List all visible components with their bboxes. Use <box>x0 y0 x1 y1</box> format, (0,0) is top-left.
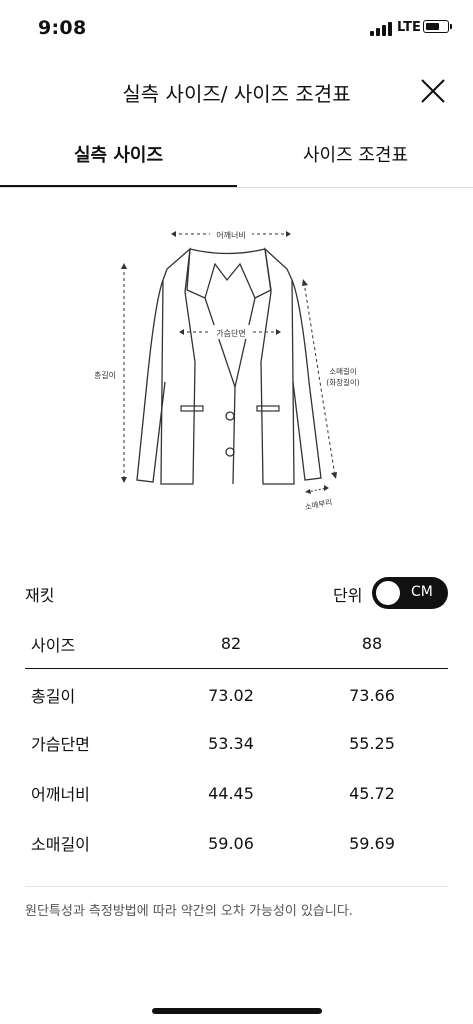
table-row: 어깨너비 44.45 45.72 <box>25 768 448 818</box>
cell-value: 55.25 <box>349 733 395 753</box>
tab-bar: 실측 사이즈 사이즈 조견표 <box>0 134 473 188</box>
shoulder-width-label: 어깨너비 <box>216 230 245 240</box>
product-name: 재킷 <box>25 586 55 605</box>
unit-toggle[interactable]: CM <box>372 577 448 609</box>
measurement-disclaimer: 원단특성과 측정방법에 따라 약간의 오차 가능성이 있습니다. <box>25 904 353 919</box>
cell-value: 44.45 <box>208 783 254 803</box>
sleeve-length-sublabel: (화장길이) <box>326 377 360 387</box>
tab-measured-size[interactable]: 실측 사이즈 <box>0 134 237 187</box>
close-button[interactable] <box>418 76 448 106</box>
row-label: 총길이 <box>31 687 76 707</box>
unit-value: CM <box>411 584 433 600</box>
row-label: 어깨너비 <box>31 785 90 804</box>
cell-value: 45.72 <box>349 783 395 803</box>
sleeve-length-label: 소매길이 <box>329 366 357 376</box>
header-size-88: 88 <box>361 634 383 654</box>
cuff-width-label: 소매부리 <box>304 497 333 512</box>
table-row: 소매길이 59.06 59.69 <box>25 818 448 868</box>
table-row: 가슴단면 53.34 55.25 <box>25 718 448 768</box>
cell-value: 53.34 <box>208 733 254 753</box>
page-title: 실측 사이즈/ 사이즈 조견표 <box>122 82 351 106</box>
chest-width-label: 가슴단면 <box>216 328 245 338</box>
status-time: 9:08 <box>38 17 87 39</box>
total-length-label: 총길이 <box>95 370 116 380</box>
header-size-82: 82 <box>220 634 242 654</box>
header-size: 사이즈 <box>31 635 76 655</box>
battery-icon <box>423 20 452 33</box>
row-label: 소매길이 <box>31 835 90 854</box>
table-header-row: 사이즈 82 88 <box>25 620 448 668</box>
cell-value: 73.66 <box>349 685 395 705</box>
close-icon <box>421 79 445 103</box>
cellular-signal-icon <box>370 22 392 36</box>
cell-value: 59.06 <box>208 833 254 853</box>
table-row: 총길이 73.02 73.66 <box>25 668 448 718</box>
row-label: 가슴단면 <box>31 735 90 754</box>
modal-header: 실측 사이즈/ 사이즈 조견표 <box>0 68 473 114</box>
cell-value: 73.02 <box>208 685 254 705</box>
tab-size-chart[interactable]: 사이즈 조견표 <box>237 134 473 186</box>
status-bar: 9:08 LTE <box>0 0 473 56</box>
jacket-measurement-diagram: 어깨너비 가슴단면 총길이 소매길이 (화장길이) 소매부리 <box>94 222 385 522</box>
toggle-knob <box>376 581 400 605</box>
carrier-label: LTE <box>397 20 421 35</box>
size-table: 사이즈 82 88 총길이 73.02 73.66 가슴단면 53.34 55.… <box>25 620 448 868</box>
unit-label: 단위 <box>333 586 363 605</box>
divider <box>25 886 448 887</box>
cell-value: 59.69 <box>349 833 395 853</box>
home-indicator[interactable] <box>152 1008 322 1014</box>
product-row: 재킷 단위 CM <box>0 576 473 610</box>
